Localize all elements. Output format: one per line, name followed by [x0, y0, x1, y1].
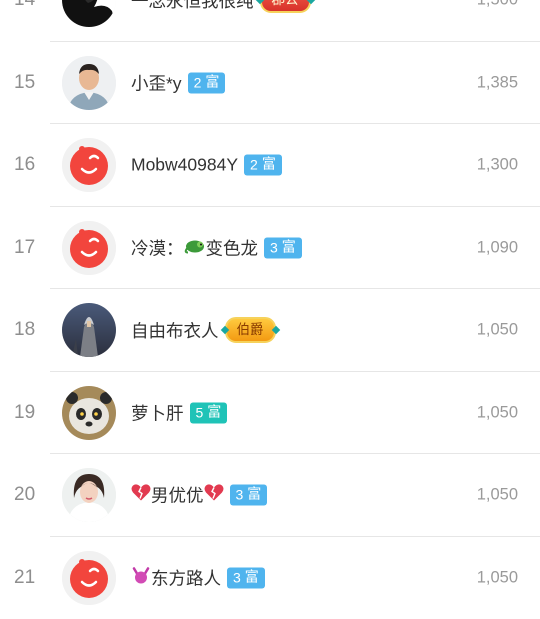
- broken-heart-emoji: [131, 484, 151, 507]
- user-name[interactable]: 冷漠： 变色龙: [131, 235, 258, 260]
- ranking-row[interactable]: 14 一念永恒我很纯 郡公 1,500: [0, 0, 540, 42]
- wealth-level-badge: 3富: [264, 237, 302, 258]
- wealth-level-badge: 3富: [227, 567, 265, 588]
- user-name[interactable]: 男优优: [131, 483, 224, 508]
- noble-rank-badge: 伯爵: [225, 317, 276, 343]
- default-wink-avatar[interactable]: [62, 551, 116, 605]
- contribution-score: 1,385: [477, 73, 518, 92]
- rank-number: 17: [14, 237, 56, 259]
- rank-number: 18: [14, 319, 56, 341]
- ranking-list: 14 一念永恒我很纯 郡公 1,500 15: [0, 0, 540, 619]
- rank-number: 15: [14, 72, 56, 94]
- man-photo-avatar[interactable]: [62, 56, 116, 110]
- contribution-score: 1,500: [477, 0, 518, 10]
- contribution-score: 1,050: [477, 568, 518, 587]
- contribution-score: 1,050: [477, 403, 518, 422]
- contribution-score: 1,090: [477, 238, 518, 257]
- ranking-row[interactable]: 19 萝卜肝 5富 1,050: [0, 372, 540, 455]
- default-wink-avatar[interactable]: [62, 138, 116, 192]
- contribution-score: 1,050: [477, 486, 518, 505]
- user-name[interactable]: 自由布衣人: [131, 318, 219, 343]
- ranking-row[interactable]: 18 自由布衣人 伯爵 1,050: [0, 289, 540, 372]
- user-name[interactable]: 东方路人: [131, 565, 221, 590]
- wealth-level-badge: 2富: [244, 155, 282, 176]
- rank-number: 20: [14, 484, 56, 506]
- woman-photo-avatar[interactable]: [62, 468, 116, 522]
- ranking-row[interactable]: 16 Mobw40984Y 2富 1,300: [0, 124, 540, 207]
- default-wink-avatar[interactable]: [62, 221, 116, 275]
- rank-number: 21: [14, 567, 56, 589]
- noble-rank-badge: 郡公: [260, 0, 311, 13]
- contribution-score: 1,050: [477, 321, 518, 340]
- rank-number: 14: [14, 0, 56, 11]
- ranking-row[interactable]: 15 小歪*y 2富 1,385: [0, 42, 540, 125]
- chameleon-emoji: [184, 236, 206, 259]
- rank-number: 19: [14, 402, 56, 424]
- user-name[interactable]: 萝卜肝: [131, 400, 184, 425]
- wealth-level-badge: 2富: [188, 72, 226, 93]
- devil-emoji: [131, 566, 151, 589]
- rank-number: 16: [14, 154, 56, 176]
- ranking-row[interactable]: 20 男优优: [0, 454, 540, 537]
- panda-avatar[interactable]: [62, 386, 116, 440]
- robed-figure-avatar[interactable]: [62, 303, 116, 357]
- ranking-row[interactable]: 17 冷漠： 变色龙: [0, 207, 540, 290]
- user-name[interactable]: 一念永恒我很纯: [131, 0, 254, 13]
- ranking-row[interactable]: 21 东方路人 3富: [0, 537, 540, 619]
- user-name[interactable]: Mobw40984Y: [131, 155, 238, 176]
- user-name[interactable]: 小歪*y: [131, 70, 182, 95]
- silhouette-avatar[interactable]: [62, 0, 116, 27]
- wealth-level-badge: 5富: [190, 402, 228, 423]
- contribution-score: 1,300: [477, 156, 518, 175]
- wealth-level-badge: 3富: [230, 485, 268, 506]
- broken-heart-emoji: [204, 484, 224, 507]
